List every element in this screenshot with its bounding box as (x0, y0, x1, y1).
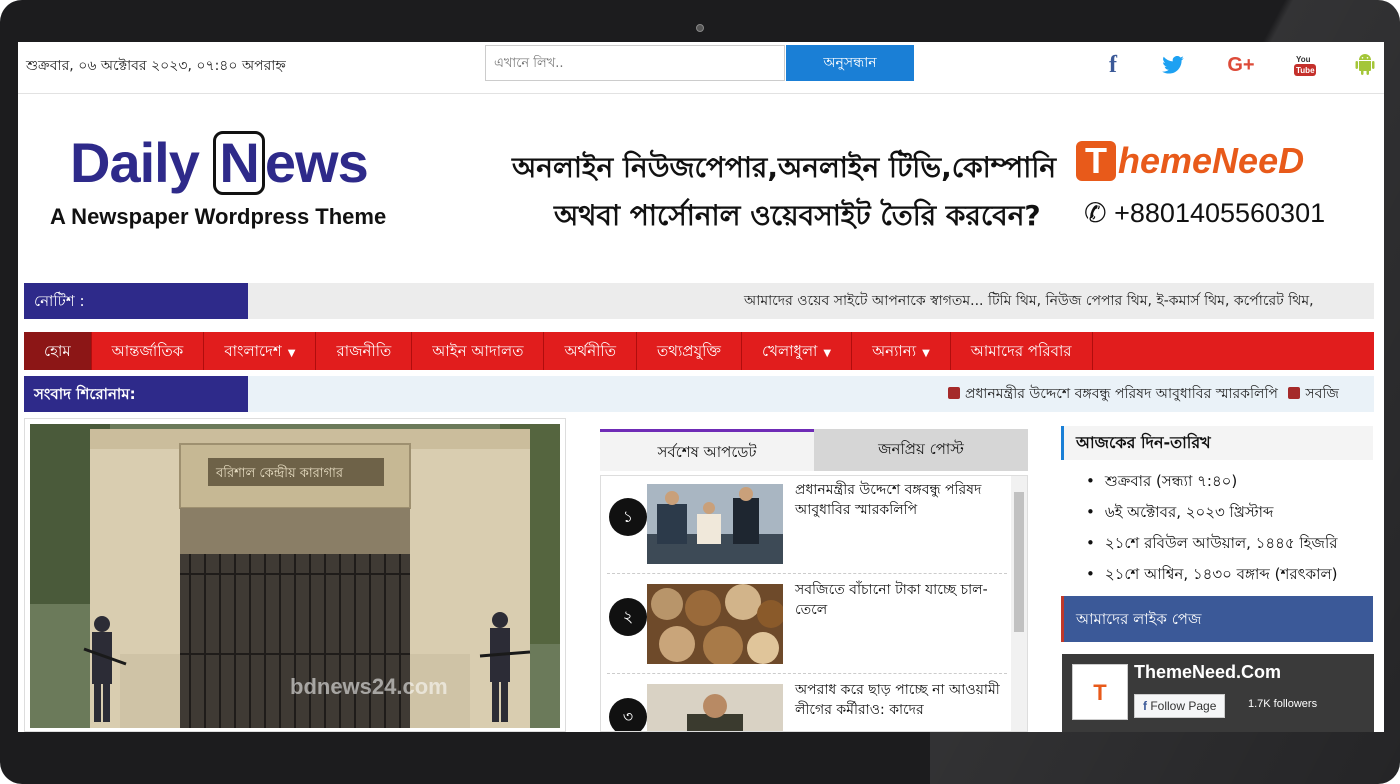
logo-text-end: ews (264, 131, 369, 194)
post-title[interactable]: সবজিতে বাঁচানো টাকা যাচ্ছে চাল-তেলে (795, 580, 1010, 620)
banner-phone: ✆ +8801405560301 (1084, 198, 1325, 229)
post-title[interactable]: প্রধানমন্ত্রীর উদ্দেশে বঙ্গবন্ধু পরিষদ আ… (795, 480, 1010, 520)
tab-popular[interactable]: জনপ্রিয় পোস্ট (814, 429, 1028, 471)
chevron-down-icon: ▼ (823, 348, 832, 359)
twitter-icon[interactable] (1158, 50, 1188, 80)
svg-text:You: You (1296, 55, 1311, 64)
search-input[interactable] (485, 45, 785, 81)
featured-image[interactable]: বরিশাল কেন্দ্রীয় কারাগার bdnews24.com (30, 424, 560, 728)
webcam-icon (696, 24, 704, 32)
image-watermark: bdnews24.com (290, 674, 448, 699)
nav-item-label: হোম (44, 342, 71, 360)
page-name[interactable]: ThemeNeed.Com (1134, 662, 1281, 683)
rank-badge: ২ (609, 598, 647, 636)
nav-item-label: অন্যান্য (872, 342, 917, 360)
youtube-icon[interactable]: You Tube (1290, 50, 1320, 80)
nav-item-label: আইন আদালত (432, 342, 524, 360)
nav-item[interactable]: তথ্যপ্রযুক্তি (637, 332, 743, 370)
like-page-title: আমাদের লাইক পেজ (1061, 596, 1373, 642)
brand-logo-icon: T (1076, 141, 1116, 181)
facebook-page-widget[interactable]: T ThemeNeed.Com f Follow Page 1.7K follo… (1062, 654, 1374, 732)
nav-item[interactable]: অর্থনীতি (544, 332, 637, 370)
rank-badge: ১ (609, 498, 647, 536)
chevron-down-icon: ▼ (922, 348, 930, 359)
ticker-item[interactable]: সবজি (1305, 386, 1339, 402)
nav-item[interactable]: হোম (24, 332, 92, 370)
nav-item[interactable]: আমাদের পরিবার (951, 332, 1093, 370)
tab-latest[interactable]: সর্বশেষ আপডেট (600, 429, 814, 471)
search-button[interactable]: অনুসন্ধান (786, 45, 914, 81)
date-widget-title: আজকের দিন-তারিখ (1061, 426, 1373, 460)
svg-text:Tube: Tube (1296, 66, 1315, 75)
google-plus-icon[interactable]: G+ (1222, 50, 1260, 80)
facebook-icon[interactable]: f (1098, 50, 1128, 80)
brand-name: hemeNeeD (1118, 140, 1305, 181)
follow-label: Follow Page (1150, 699, 1217, 713)
list-item: ২১শে আশ্বিন, ১৪৩০ বঙ্গাব্দ (শরৎকাল) (1086, 559, 1338, 590)
post-thumbnail[interactable] (647, 584, 783, 664)
list-item[interactable]: ৩ অপরাধ করে ছাড় পাচ্ছে না আওয়ামী লীগের… (607, 676, 1010, 732)
phone-icon: ✆ (1084, 198, 1115, 228)
current-date: শুক্রবার, ০৬ অক্টোবর ২০২৩, ০৭:৪০ অপরাহ্ন (26, 58, 286, 74)
main-nav: হোম আন্তর্জাতিক বাংলাদেশ ▼ রাজনীতি আইন আদালত অ… (24, 332, 1374, 370)
notice-bar: নোটিশ : আমাদের ওয়েব সাইটে আপনাকে স্বাগত… (24, 283, 1374, 319)
featured-news[interactable]: বরিশাল কেন্দ্রীয় কারাগার bdnews24.com (24, 418, 566, 732)
scrollbar-thumb[interactable] (1014, 492, 1024, 632)
list-item: শুক্রবার (সন্ধ্যা ৭:৪০) (1086, 466, 1338, 497)
date-widget-list: শুক্রবার (সন্ধ্যা ৭:৪০) ৬ই অক্টোবর, ২০২৩… (1086, 466, 1338, 590)
logo-text-start: Daily (70, 131, 214, 194)
headline-bar: সংবাদ শিরোনাম: প্রধানমন্ত্রীর উদ্দেশে বঙ… (24, 376, 1374, 412)
list-item: ২১শে রবিউল আউয়াল, ১৪৪৫ হিজরি (1086, 528, 1338, 559)
nav-item-label: রাজনীতি (336, 342, 392, 360)
phone-number: +8801405560301 (1114, 198, 1326, 228)
banner-ad-line1[interactable]: অনলাইন নিউজপেপার,অনলাইন টিভি,কোম্পানি (512, 146, 1056, 193)
nav-item[interactable]: আইন আদালত (412, 332, 545, 370)
list-item[interactable]: ২ সবজিতে বাঁচানো টাকা যাচ্ছে চাল-তেলে (607, 576, 1007, 674)
notice-marquee[interactable]: আমাদের ওয়েব সাইটে আপনাকে স্বাগতম... টিম… (744, 283, 1314, 319)
nav-item-label: তথ্যপ্রযুক্তি (656, 342, 722, 360)
nav-item[interactable]: বাংলাদেশ ▼ (204, 332, 317, 370)
chevron-down-icon: ▼ (287, 348, 296, 359)
nav-item[interactable]: রাজনীতি (316, 332, 413, 370)
notice-label: নোটিশ : (24, 283, 248, 319)
logo-tagline: A Newspaper Wordpress Theme (50, 204, 387, 229)
post-thumbnail[interactable] (647, 684, 783, 732)
nav-item-label: অর্থনীতি (564, 342, 616, 360)
banner-ad-line2[interactable]: অথবা পার্সোনাল ওয়েবসাইট তৈরি করবেন? (554, 194, 1041, 241)
nav-item[interactable]: খেলাধুলা ▼ (742, 332, 853, 370)
bullet-icon (948, 387, 960, 399)
nav-item-label: খেলাধুলা (762, 342, 818, 360)
ticker-item[interactable]: প্রধানমন্ত্রীর উদ্দেশে বঙ্গবন্ধু পরিষদ আ… (965, 386, 1278, 402)
nav-item-label: বাংলাদেশ (224, 342, 282, 360)
nav-item[interactable]: আন্তর্জাতিক (92, 332, 205, 370)
android-icon[interactable] (1350, 50, 1380, 80)
followers-count: 1.7K followers (1248, 698, 1318, 710)
nav-item-label: আন্তর্জাতিক (111, 342, 184, 360)
svg-text:বরিশাল কেন্দ্রীয় কারাগার: বরিশাল কেন্দ্রীয় কারাগার (215, 465, 344, 481)
headline-ticker[interactable]: প্রধানমন্ত্রীর উদ্দেশে বঙ্গবন্ধু পরিষদ আ… (948, 376, 1339, 412)
list-item[interactable]: ১ প্রধানমন্ত্রীর উদ্দেশে বঙ্গবন্ধু পরিষদ… (607, 476, 1007, 574)
post-list[interactable]: ১ প্রধানমন্ত্রীর উদ্দেশে বঙ্গবন্ধু পরিষদ… (600, 475, 1028, 732)
top-bar: শুক্রবার, ০৬ অক্টোবর ২০২৩, ০৭:৪০ অপরাহ্ন… (18, 42, 1384, 94)
site-logo[interactable]: Daily News (70, 130, 369, 195)
rank-badge: ৩ (609, 698, 647, 731)
post-thumbnail[interactable] (647, 484, 783, 564)
post-title[interactable]: অপরাধ করে ছাড় পাচ্ছে না আওয়ামী লীগের ক… (795, 680, 1010, 720)
post-tabs: সর্বশেষ আপডেট জনপ্রিয় পোস্ট (600, 429, 1028, 471)
nav-item[interactable]: অন্যান্য ▼ (852, 332, 951, 370)
headline-label: সংবাদ শিরোনাম: (24, 376, 248, 412)
follow-page-button[interactable]: f Follow Page (1134, 694, 1226, 718)
logo-boxed-letter: N (213, 131, 265, 195)
scrollbar[interactable] (1011, 476, 1027, 731)
nav-item-label: আমাদের পরিবার (970, 342, 1072, 360)
page-avatar[interactable]: T (1072, 664, 1128, 720)
browser-viewport: শুক্রবার, ০৬ অক্টোবর ২০২৩, ০৭:৪০ অপরাহ্ন… (18, 42, 1384, 732)
bullet-icon (1288, 387, 1301, 399)
list-item: ৬ই অক্টোবর, ২০২৩ খ্রিস্টাব্দ (1086, 497, 1338, 528)
banner-brand[interactable]: ThemeNeeD (1076, 140, 1304, 182)
